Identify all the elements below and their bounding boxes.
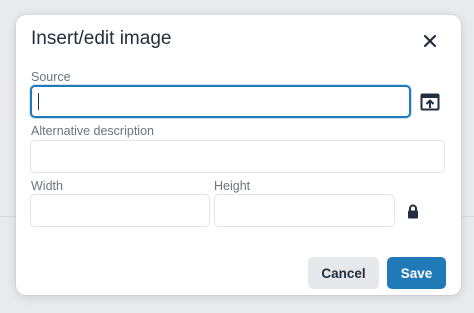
close-button[interactable] xyxy=(416,27,444,55)
height-label: Height xyxy=(214,179,251,193)
text-caret xyxy=(38,93,39,110)
close-icon xyxy=(423,34,437,48)
constrain-proportions-button[interactable] xyxy=(403,200,423,222)
dialog-title: Insert/edit image xyxy=(31,28,172,49)
lock-icon xyxy=(408,204,418,218)
save-button[interactable]: Save xyxy=(387,257,446,289)
width-label: Width xyxy=(31,179,63,193)
alt-input[interactable] xyxy=(30,140,445,173)
height-input[interactable] xyxy=(214,194,395,227)
source-input[interactable] xyxy=(30,85,411,118)
source-label: Source xyxy=(31,70,71,84)
alt-label: Alternative description xyxy=(31,124,154,138)
browse-button[interactable] xyxy=(417,89,443,115)
cancel-button[interactable]: Cancel xyxy=(308,257,379,289)
upload-icon xyxy=(420,93,440,111)
insert-image-dialog: Insert/edit image Source Alternative des… xyxy=(16,15,461,295)
width-input[interactable] xyxy=(30,194,210,227)
